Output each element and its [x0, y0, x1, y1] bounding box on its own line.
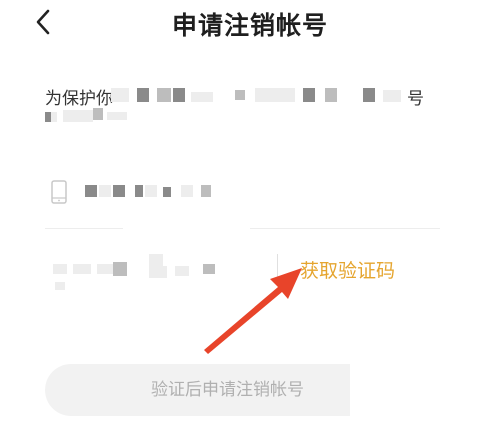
red-arrow-annotation	[204, 268, 302, 354]
notice-suffix: 号	[407, 89, 424, 109]
redacted-text	[157, 88, 171, 102]
phone-number-masked	[85, 179, 225, 203]
get-verification-code-button[interactable]: 获取验证码	[300, 256, 395, 283]
redacted-text	[191, 92, 213, 102]
notice-prefix: 为保护你	[45, 89, 113, 109]
redacted-text	[93, 108, 103, 120]
divider	[250, 228, 440, 229]
redacted-text	[107, 112, 127, 120]
redacted-text	[173, 88, 185, 102]
header: 申请注销帐号	[0, 0, 500, 48]
redacted-text	[255, 88, 295, 102]
redacted-text	[111, 88, 129, 102]
divider	[45, 228, 123, 229]
redacted-text	[303, 88, 315, 102]
redacted-text	[235, 90, 245, 100]
redacted-text	[363, 88, 375, 102]
redacted-text	[325, 88, 337, 102]
redacted-text	[63, 110, 93, 122]
phone-row	[45, 165, 440, 227]
submit-deregister-button[interactable]: 验证后申请注销帐号	[45, 364, 350, 416]
page-title: 申请注销帐号	[171, 11, 328, 40]
redacted-text	[383, 90, 401, 102]
phone-icon	[51, 180, 67, 204]
notice-text: 为保护你 号	[45, 84, 445, 132]
redacted-text	[137, 88, 149, 102]
redacted-text	[45, 112, 51, 122]
